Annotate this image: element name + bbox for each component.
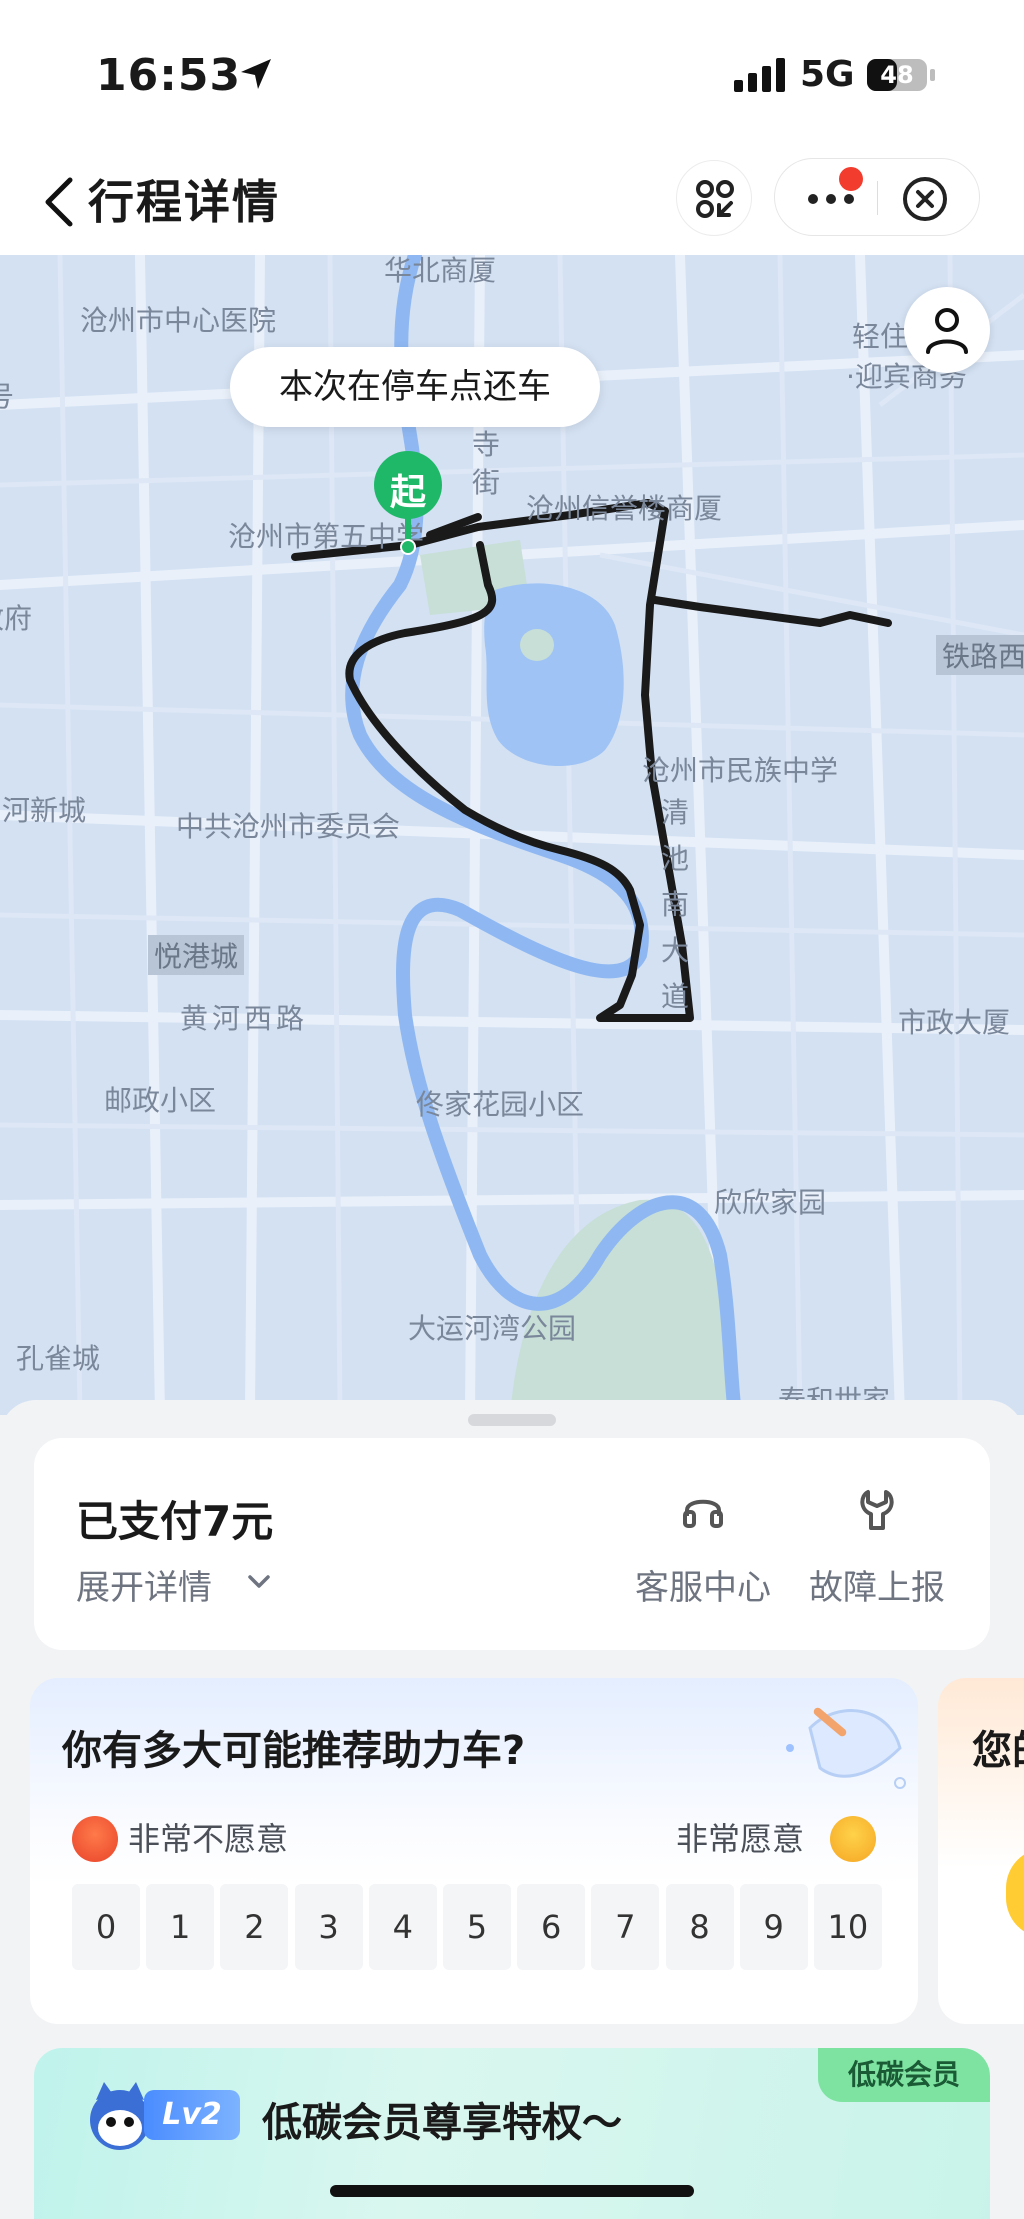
map-label: 河新城 — [2, 794, 87, 827]
notification-dot — [839, 167, 863, 191]
score-1[interactable]: 1 — [146, 1884, 215, 1970]
customer-service-button[interactable]: 客服中心 — [628, 1478, 778, 1618]
decoration-illustration — [786, 1707, 906, 1789]
map-label: 中共沧州市委员会 — [176, 810, 401, 843]
score-3[interactable]: 3 — [294, 1884, 363, 1970]
score-4[interactable]: 4 — [368, 1884, 437, 1970]
chevron-down-icon[interactable] — [246, 1572, 272, 1592]
emoji-icon — [1006, 1848, 1024, 1938]
map-label: 沧州信誉楼商厦 — [526, 492, 723, 525]
location-arrow-icon — [241, 59, 271, 89]
signal-icon — [734, 58, 785, 92]
score-6[interactable]: 6 — [517, 1884, 586, 1970]
payment-amount: 已支付7元 — [76, 1497, 274, 1546]
capsule-divider — [877, 181, 878, 215]
angry-face-icon — [72, 1816, 118, 1862]
sheet-grabber[interactable] — [468, 1414, 556, 1426]
map-label: 轻住 — [852, 320, 909, 353]
scale-low-label: 非常不愿意 — [128, 1820, 289, 1858]
score-options: 0 1 2 3 4 5 6 7 8 9 10 — [72, 1884, 882, 1972]
profile-button[interactable] — [904, 287, 990, 373]
next-survey-card[interactable]: 您的 — [938, 1678, 1024, 2024]
score-0[interactable]: 0 — [72, 1884, 140, 1970]
back-arrow-icon[interactable] — [40, 174, 80, 230]
map-label: 沧州市中心医院 — [80, 304, 277, 337]
map-label: 悦港城 — [148, 935, 245, 975]
member-title: 低碳会员尊享特权～ — [262, 2100, 622, 2146]
start-pin-label: 起 — [389, 472, 426, 513]
road-label-qingchi: 清池南大道 — [660, 796, 689, 1013]
score-8[interactable]: 8 — [665, 1884, 734, 1970]
map-label: 市政大厦 — [898, 1006, 1011, 1039]
close-icon[interactable] — [901, 175, 949, 223]
survey-question: 你有多大可能推荐助力车? — [62, 1728, 526, 1774]
map-label: 邮政小区 — [104, 1084, 217, 1117]
score-9[interactable]: 9 — [739, 1884, 808, 1970]
scale-high-label: 非常愿意 — [676, 1820, 805, 1858]
member-badge: 低碳会员 — [818, 2048, 990, 2102]
trip-map[interactable]: 华北商厦 沧州市中心医院 轻住 ·迎宾商务 号 寺 街 沧州市第五中学 沧州信誉… — [0, 255, 1024, 1415]
score-2[interactable]: 2 — [220, 1884, 289, 1970]
map-label: 黄河西路 — [180, 1002, 309, 1035]
map-label: 寺 — [472, 428, 501, 461]
status-time: 16:53 — [96, 50, 242, 101]
nps-survey-card: 你有多大可能推荐助力车? 非常不愿意 非常愿意 0 1 2 3 4 5 6 7 … — [30, 1678, 918, 2024]
fault-report-button[interactable]: 故障上报 — [802, 1478, 952, 1618]
map-label: 孔雀城 — [16, 1342, 101, 1375]
map-label: 铁路西 — [936, 635, 1024, 675]
map-label: 大运河湾公园 — [408, 1312, 577, 1345]
map-label: 欣欣家园 — [714, 1186, 827, 1219]
scan-button[interactable] — [676, 160, 752, 236]
wrench-icon — [860, 1490, 894, 1530]
map-label: 华北商厦 — [384, 255, 497, 287]
home-indicator[interactable] — [330, 2185, 694, 2197]
start-pin[interactable]: 起 — [372, 451, 444, 555]
bottom-sheet: 已支付7元 展开详情 客服中心 故障上报 你有多大可能推荐助力车? 非常不愿意 … — [0, 1400, 1024, 2219]
battery-level: 48 — [880, 61, 914, 89]
map-label: 号 — [0, 380, 15, 413]
map-label: 佟家花园小区 — [416, 1088, 585, 1121]
level-badge: Lv2 — [144, 2090, 240, 2140]
battery-icon: 48 — [866, 58, 936, 92]
map-label: 政府 — [0, 602, 33, 635]
map-canvas — [0, 255, 1024, 1415]
expand-details-link[interactable]: 展开详情 — [76, 1560, 212, 1609]
network-type: 5G — [800, 54, 855, 95]
nav-bar: 行程详情 — [0, 150, 1024, 255]
headset-icon — [683, 1499, 723, 1528]
score-5[interactable]: 5 — [442, 1884, 511, 1970]
customer-service-label: 客服中心 — [635, 1568, 771, 1608]
status-bar: 16:53 5G 48 — [0, 0, 1024, 150]
scan-icon — [696, 180, 734, 218]
page-title: 行程详情 — [88, 175, 280, 229]
payment-card: 已支付7元 展开详情 客服中心 故障上报 — [34, 1438, 990, 1650]
map-label: 街 — [472, 466, 501, 499]
return-tooltip: 本次在停车点还车 — [230, 347, 600, 427]
person-icon — [926, 308, 968, 354]
score-10[interactable]: 10 — [813, 1884, 882, 1970]
fault-report-label: 故障上报 — [809, 1568, 945, 1608]
mini-program-capsule — [774, 158, 980, 236]
happy-face-icon — [830, 1816, 876, 1862]
score-7[interactable]: 7 — [591, 1884, 660, 1970]
next-card-title: 您的 — [972, 1728, 1024, 1774]
map-label: 沧州市民族中学 — [642, 754, 839, 787]
